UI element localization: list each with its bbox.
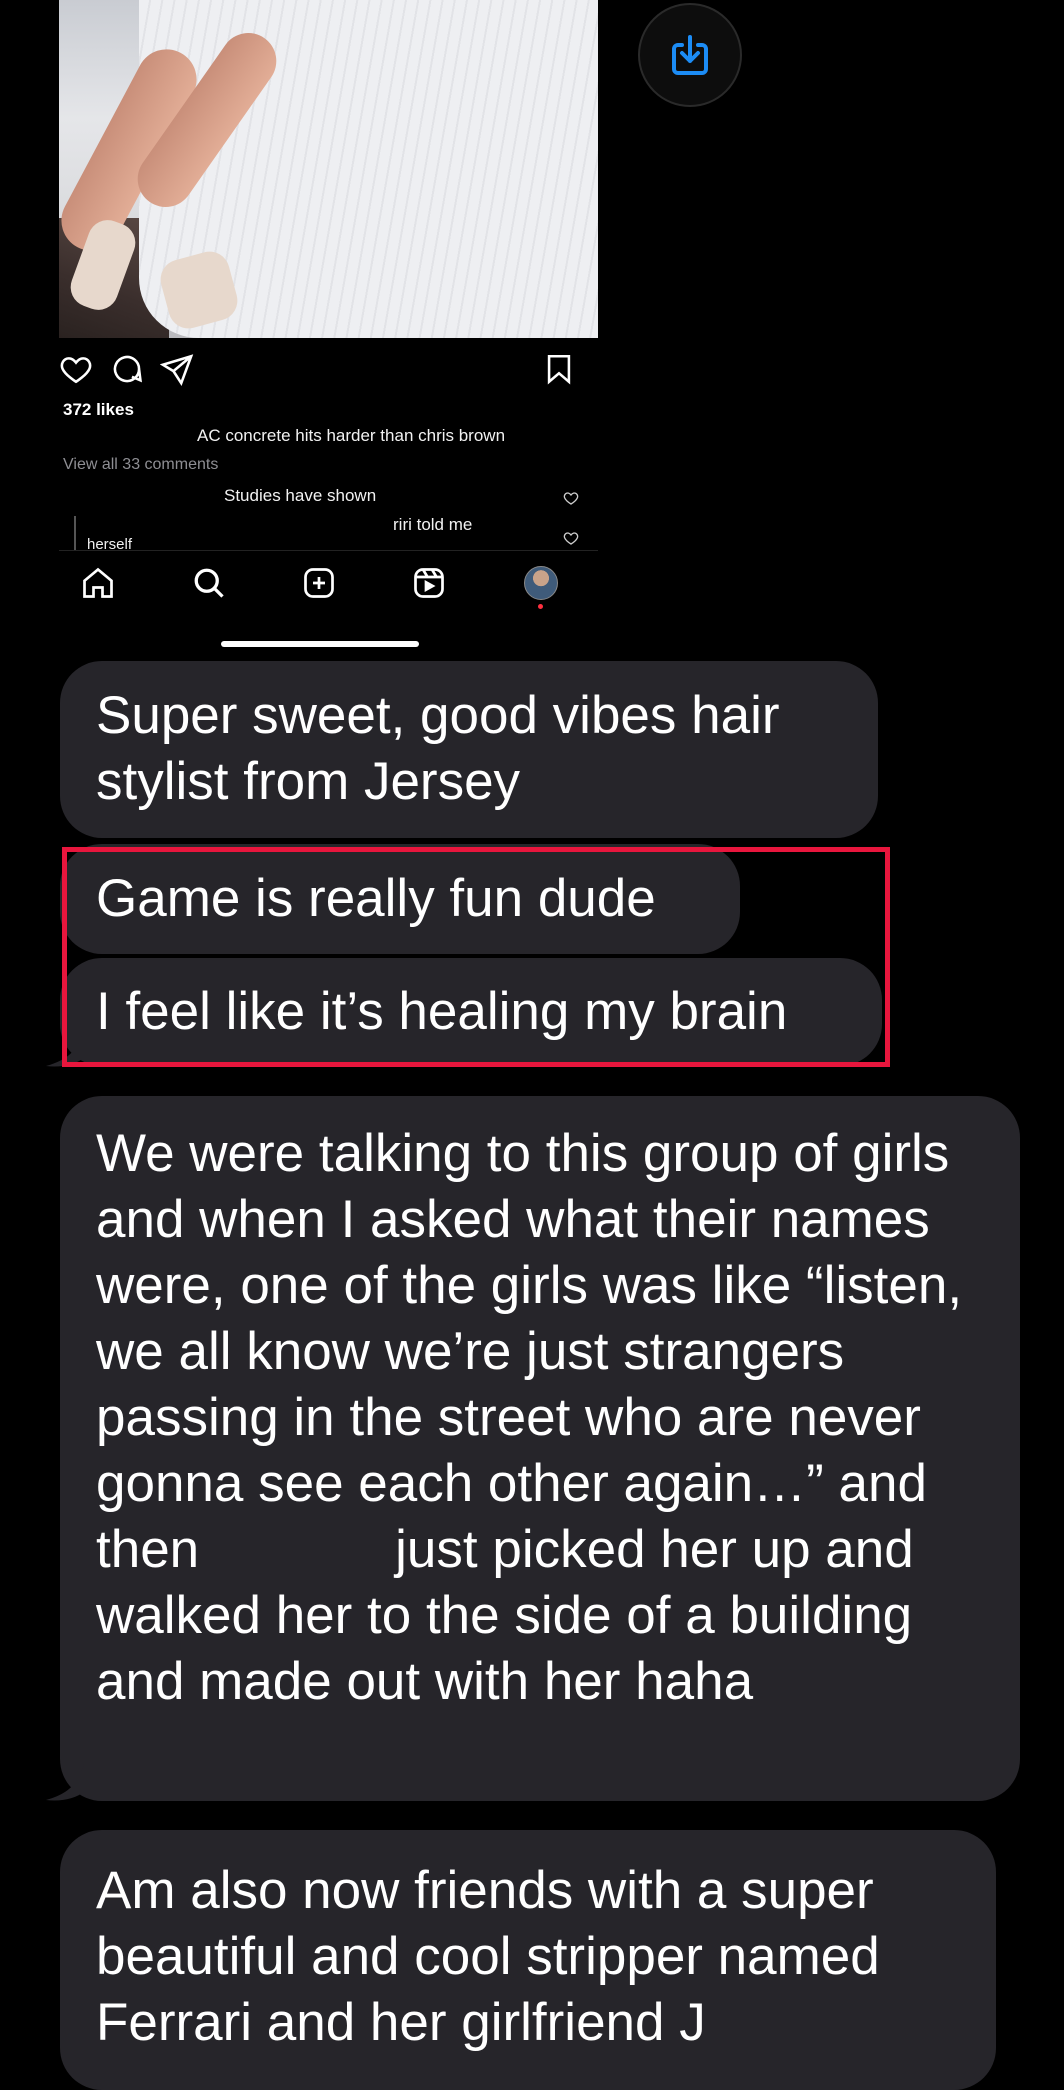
bookmark-icon[interactable] — [542, 352, 576, 386]
send-icon[interactable] — [160, 352, 194, 386]
notification-dot — [538, 604, 543, 609]
bubble-tail — [46, 1764, 84, 1801]
highlight-box — [62, 847, 890, 1067]
heart-icon[interactable] — [59, 352, 93, 386]
post-caption: AC concrete hits harder than chris brown — [197, 426, 506, 445]
message-bubble[interactable]: We were talking to this group of girls a… — [60, 1096, 1020, 1801]
share-download-icon — [672, 35, 708, 75]
likes-count[interactable]: 372 likes — [63, 400, 134, 420]
comment-2: riri told me — [393, 515, 473, 534]
bottom-nav-bar — [59, 550, 598, 617]
share-button[interactable] — [638, 3, 742, 107]
message-bubble[interactable]: Super sweet, good vibes hair stylist fro… — [60, 661, 878, 838]
home-icon[interactable] — [80, 565, 116, 601]
comment-like-heart-icon[interactable] — [563, 490, 579, 506]
instagram-post-screenshot: 372 likes AC concrete hits harder than c… — [59, 0, 598, 617]
reels-icon[interactable] — [411, 565, 447, 601]
message-bubble[interactable]: Am also now friends with a super beautif… — [60, 1830, 996, 2090]
post-photo[interactable] — [59, 0, 598, 338]
comment-icon[interactable] — [110, 352, 144, 386]
profile-avatar[interactable] — [524, 566, 558, 600]
message-text: We were talking to this group of girls a… — [96, 1124, 963, 1711]
view-all-comments-link[interactable]: View all 33 comments — [63, 456, 218, 474]
message-text: Super sweet, good vibes hair stylist fro… — [96, 686, 780, 811]
home-indicator — [221, 641, 419, 647]
comment-like-heart-icon[interactable] — [563, 530, 579, 546]
message-text: Am also now friends with a super beautif… — [96, 1861, 880, 2052]
search-icon[interactable] — [191, 565, 227, 601]
create-icon[interactable] — [301, 565, 337, 601]
post-actions — [59, 352, 598, 388]
comment-1: Studies have shown — [224, 486, 377, 505]
